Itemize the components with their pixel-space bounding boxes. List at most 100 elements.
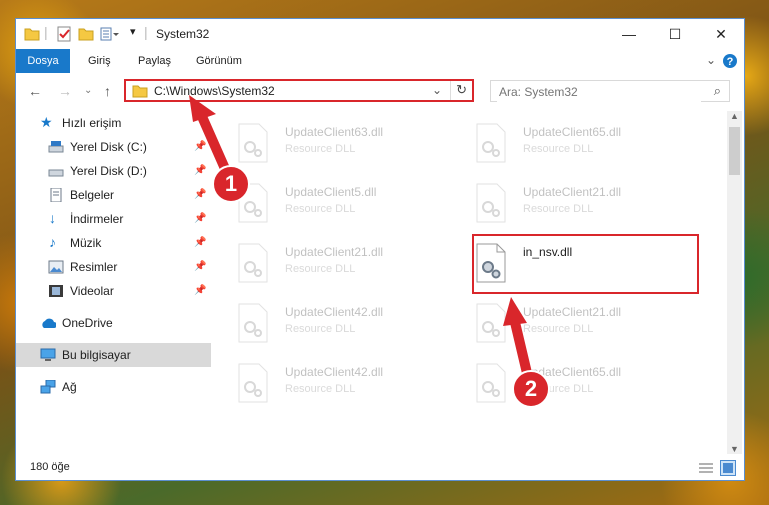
sidebar-item-label: Videolar bbox=[70, 284, 114, 298]
download-icon: ↓ bbox=[49, 210, 56, 226]
highlight-box-dll bbox=[472, 234, 699, 294]
sidebar-item-label: Ağ bbox=[62, 380, 77, 394]
search-icon[interactable]: ⌕ bbox=[714, 83, 721, 99]
file-item[interactable]: UpdateClient21.dll Resource DLL bbox=[475, 299, 695, 351]
search-box[interactable]: ⌕ bbox=[490, 80, 730, 102]
dll-file-icon bbox=[238, 123, 268, 163]
dll-file-icon bbox=[476, 303, 506, 343]
dll-file-icon bbox=[238, 303, 268, 343]
close-button[interactable]: ✕ bbox=[698, 19, 744, 49]
pin-icon[interactable]: 📌 bbox=[194, 207, 206, 231]
file-name: UpdateClient21.dll bbox=[523, 305, 622, 319]
dll-file-icon bbox=[476, 363, 506, 403]
file-type: Resource DLL bbox=[285, 203, 356, 215]
separator: | bbox=[44, 24, 48, 40]
window-title: System32 bbox=[156, 27, 210, 41]
forward-arrow-icon[interactable]: → bbox=[58, 83, 72, 99]
tab-paylas[interactable]: Paylaş bbox=[126, 49, 183, 73]
sidebar-item-onedrive[interactable]: OneDrive bbox=[16, 311, 211, 335]
sidebar-item-label: Yerel Disk (D:) bbox=[70, 164, 147, 178]
pin-icon[interactable]: 📌 bbox=[194, 183, 206, 207]
sidebar-item-local-disk-d[interactable]: Yerel Disk (D:) 📌 bbox=[16, 159, 211, 183]
new-folder-icon[interactable] bbox=[78, 26, 94, 42]
customize-toolbar-icon[interactable] bbox=[100, 26, 120, 42]
tab-gorunum[interactable]: Görünüm bbox=[184, 49, 254, 73]
file-type: Resource DLL bbox=[523, 203, 594, 215]
sidebar-item-label: Hızlı erişim bbox=[62, 116, 122, 130]
scroll-up-icon[interactable]: ▲ bbox=[730, 111, 739, 121]
maximize-button[interactable]: ☐ bbox=[652, 19, 698, 49]
sidebar-item-label: Resimler bbox=[70, 260, 118, 274]
address-bar[interactable]: C:\Windows\System32 ⌄ ↻ bbox=[124, 79, 474, 102]
sidebar-item-belgeler[interactable]: Belgeler 📌 bbox=[16, 183, 211, 207]
computer-icon bbox=[40, 348, 56, 361]
separator: | bbox=[144, 24, 148, 40]
ribbon-tabs: Dosya Giriş Paylaş Görünüm ⌄ ? bbox=[16, 49, 744, 73]
sidebar-item-muzik[interactable]: ♪ Müzik 📌 bbox=[16, 231, 211, 255]
chevron-down-icon[interactable]: ⌄ bbox=[706, 53, 716, 67]
up-arrow-icon[interactable]: ↑ bbox=[104, 83, 111, 99]
sidebar-item-videolar[interactable]: Videolar 📌 bbox=[16, 279, 211, 303]
file-name: UpdateClient42.dll bbox=[285, 365, 384, 379]
file-item[interactable]: UpdateClient42.dll Resource DLL bbox=[237, 299, 457, 351]
scroll-down-icon[interactable]: ▼ bbox=[730, 444, 739, 454]
status-bar: 180 öğe bbox=[16, 456, 744, 480]
file-item[interactable]: UpdateClient5.dll Resource DLL bbox=[237, 179, 457, 231]
cloud-icon bbox=[42, 318, 56, 328]
navigation-pane: ★ Hızlı erişim Yerel Disk (C:) 📌 Yerel D… bbox=[16, 111, 211, 454]
back-arrow-icon[interactable]: ← bbox=[28, 83, 42, 99]
sidebar-item-local-disk-c[interactable]: Yerel Disk (C:) 📌 bbox=[16, 135, 211, 159]
sidebar-item-label: Bu bilgisayar bbox=[62, 348, 131, 362]
title-bar: | ▾ | System32 — ☐ ✕ bbox=[16, 19, 744, 49]
music-icon: ♪ bbox=[49, 234, 56, 250]
file-name: UpdateClient21.dll bbox=[523, 185, 622, 199]
address-path[interactable]: C:\Windows\System32 bbox=[154, 84, 275, 98]
dll-file-icon bbox=[238, 363, 268, 403]
pictures-icon bbox=[48, 260, 64, 274]
search-input[interactable] bbox=[497, 82, 701, 102]
file-type: Resource DLL bbox=[285, 323, 356, 335]
file-item[interactable]: UpdateClient21.dll Resource DLL bbox=[475, 179, 695, 231]
file-item[interactable]: UpdateClient65.dll Resource DLL bbox=[475, 359, 695, 411]
minimize-button[interactable]: — bbox=[606, 19, 652, 49]
divider bbox=[450, 81, 451, 100]
pin-icon[interactable]: 📌 bbox=[194, 135, 206, 159]
sidebar-item-label: Müzik bbox=[70, 236, 102, 250]
sidebar-item-quick-access[interactable]: ★ Hızlı erişim bbox=[16, 111, 211, 135]
network-icon bbox=[40, 380, 56, 394]
pin-icon[interactable]: 📌 bbox=[194, 255, 206, 279]
videos-icon bbox=[49, 285, 63, 297]
help-icon[interactable]: ? bbox=[722, 53, 738, 69]
sidebar-item-resimler[interactable]: Resimler 📌 bbox=[16, 255, 211, 279]
scrollbar-thumb[interactable] bbox=[729, 127, 740, 175]
quick-access-dropdown-icon[interactable]: ▾ bbox=[130, 25, 136, 41]
sidebar-item-network[interactable]: Ağ bbox=[16, 375, 211, 399]
tab-dosya[interactable]: Dosya bbox=[16, 49, 70, 73]
file-name: UpdateClient5.dll bbox=[285, 185, 377, 199]
file-item[interactable]: UpdateClient65.dll Resource DLL bbox=[475, 119, 695, 171]
svg-text:?: ? bbox=[727, 56, 734, 68]
file-name: UpdateClient65.dll bbox=[523, 125, 622, 139]
refresh-icon[interactable]: ↻ bbox=[456, 82, 467, 98]
properties-icon[interactable] bbox=[56, 26, 72, 42]
step-1-badge: 1 bbox=[212, 165, 250, 203]
file-item[interactable]: UpdateClient42.dll Resource DLL bbox=[237, 359, 457, 411]
recent-locations-icon[interactable]: ⌄ bbox=[84, 85, 92, 96]
pin-icon[interactable]: 📌 bbox=[194, 279, 206, 303]
file-item[interactable]: UpdateClient21.dll Resource DLL bbox=[237, 239, 457, 291]
sidebar-item-label: OneDrive bbox=[62, 316, 113, 330]
file-type: Resource DLL bbox=[523, 323, 594, 335]
large-icons-view-icon[interactable] bbox=[720, 460, 736, 476]
file-type: Resource DLL bbox=[285, 143, 356, 155]
file-item[interactable]: UpdateClient63.dll Resource DLL bbox=[237, 119, 457, 171]
tab-giris[interactable]: Giriş bbox=[76, 49, 123, 73]
address-dropdown-icon[interactable]: ⌄ bbox=[432, 83, 442, 97]
dll-file-icon bbox=[476, 183, 506, 223]
vertical-scrollbar[interactable]: ▲ ▼ bbox=[727, 111, 742, 454]
sidebar-item-this-pc[interactable]: Bu bilgisayar bbox=[16, 343, 211, 367]
sidebar-item-indirmeler[interactable]: ↓ İndirmeler 📌 bbox=[16, 207, 211, 231]
pin-icon[interactable]: 📌 bbox=[194, 159, 206, 183]
details-view-icon[interactable] bbox=[698, 461, 714, 475]
folder-icon bbox=[132, 85, 148, 98]
pin-icon[interactable]: 📌 bbox=[194, 231, 206, 255]
